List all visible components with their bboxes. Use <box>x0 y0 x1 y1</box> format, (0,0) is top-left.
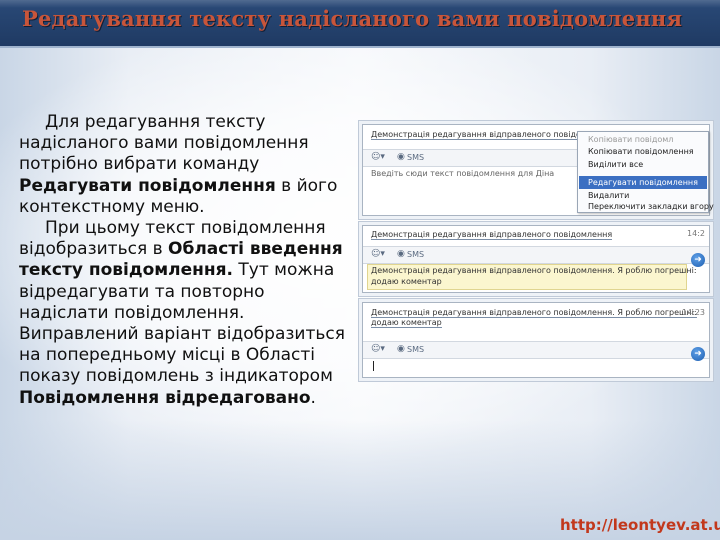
menu-item-select-all[interactable]: Виділити все <box>588 160 643 169</box>
send-button-icon[interactable]: ➜ <box>691 347 705 361</box>
paragraph-1-text-a: Для редагування тексту надісланого вами … <box>19 112 309 175</box>
text-cursor <box>373 361 374 371</box>
send-button-icon[interactable]: ➜ <box>691 253 705 267</box>
sms-icon[interactable]: ◉ <box>397 249 405 259</box>
message-text-line-2: додаю коментар <box>371 318 442 328</box>
edit-input-line-1: Демонстрація редагування відправленого п… <box>371 266 697 275</box>
message-text-content-2: додаю коментар <box>371 318 442 328</box>
sms-icon[interactable]: ◉ <box>397 152 405 162</box>
command-name-edit-message: Редагувати повідомлення <box>19 175 276 196</box>
screenshot-editing: Демонстрація редагування відправленого п… <box>362 225 710 293</box>
message-text-line-1: Демонстрація редагування відправленого п… <box>371 308 697 318</box>
term-edited-indicator: Повідомлення відредаговано <box>19 387 311 408</box>
sms-label[interactable]: SMS <box>407 345 424 354</box>
title-bar: Редагування тексту надісланого вами пові… <box>0 0 720 46</box>
paragraph-2: При цьому текст повідомлення відобразить… <box>19 218 357 409</box>
message-text: Демонстрація редагування відправленого п… <box>371 230 613 240</box>
screenshot-edited-result: Демонстрація редагування відправленого п… <box>362 302 710 378</box>
message-input[interactable]: Введіть сюди текст повідомлення для Діна <box>371 169 554 178</box>
menu-item-delete[interactable]: Видалити <box>588 191 629 200</box>
context-menu: Копіювати повідомл Копіювати повідомленн… <box>577 131 714 213</box>
input-toolbar: ☺▾ ◉ SMS <box>363 341 709 359</box>
message-text-content: Демонстрація редагування відправленого п… <box>371 230 613 240</box>
body-text: Для редагування тексту надісланого вами … <box>19 112 357 409</box>
message-text-content-1: Демонстрація редагування відправленого п… <box>371 308 697 318</box>
slide-title: Редагування тексту надісланого вами пові… <box>22 6 683 31</box>
title-underline <box>0 46 720 48</box>
sms-icon[interactable]: ◉ <box>397 344 405 354</box>
sms-label[interactable]: SMS <box>407 250 424 259</box>
emoticon-icon[interactable]: ☺▾ <box>371 344 385 354</box>
menu-item-copy-message[interactable]: Копіювати повідомлення <box>588 147 694 156</box>
emoticon-icon[interactable]: ☺▾ <box>371 249 385 259</box>
message-time: 14:23 <box>681 308 705 317</box>
footer-link[interactable]: http://leontyev.at.ua <box>560 516 720 534</box>
paragraph-1: Для редагування тексту надісланого вами … <box>19 112 357 218</box>
sms-label[interactable]: SMS <box>407 153 424 162</box>
message-time: 14:2 <box>687 229 705 238</box>
menu-item-copy-partial[interactable]: Копіювати повідомл <box>588 135 673 144</box>
menu-item-edit-message[interactable]: Редагувати повідомлення <box>579 176 707 189</box>
input-toolbar: ☺▾ ◉ SMS <box>363 246 709 264</box>
menu-item-switch-tabs[interactable]: Переключити закладки вгору <box>588 202 714 211</box>
paragraph-2-text-c: . <box>310 387 316 408</box>
emoticon-icon[interactable]: ☺▾ <box>371 152 385 162</box>
edit-input-line-2: додаю коментар <box>371 277 442 286</box>
